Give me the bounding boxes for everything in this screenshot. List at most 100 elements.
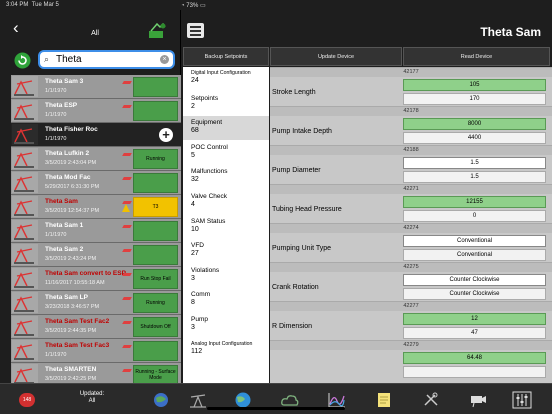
search-icon: ⌕ bbox=[44, 54, 50, 64]
well-date: 3/5/2019 2:44:35 PM bbox=[45, 328, 97, 334]
add-well-icon[interactable]: + bbox=[159, 128, 173, 142]
refresh-icon[interactable] bbox=[14, 52, 31, 69]
category-count: 32 bbox=[191, 176, 199, 184]
camera-icon[interactable] bbox=[468, 391, 488, 409]
updated-filter[interactable]: Updated: All bbox=[71, 391, 113, 405]
update-value-field[interactable]: 12 bbox=[403, 313, 546, 325]
settings-sliders-icon[interactable] bbox=[512, 391, 532, 409]
well-list-item[interactable]: Theta Sam 3 1/1/1970 bbox=[11, 75, 181, 99]
read-value-field: 4400 bbox=[403, 132, 546, 144]
alarm-flag-icon bbox=[122, 369, 132, 372]
category-name: Equipment bbox=[191, 119, 223, 127]
category-name: POC Control bbox=[191, 143, 228, 151]
category-name: Analog Input Configuration bbox=[191, 340, 253, 347]
category-name: Pump bbox=[191, 315, 208, 323]
well-name: Theta Sam Test Fac2 bbox=[45, 318, 110, 325]
app-screen: 3:04 PM Tue Mar 5 ◔ 73% ▭ ‹ All ⌕ Theta … bbox=[0, 0, 552, 414]
well-name: Theta Sam 1 bbox=[45, 222, 84, 229]
well-list-panel: ‹ All ⌕ Theta × Theta Sam 3 1/1/1970 Theta… bbox=[0, 10, 181, 414]
parameter-name: Pump Intake Depth bbox=[272, 128, 332, 135]
well-status-badge bbox=[133, 101, 178, 121]
category-item[interactable]: Violations 3 bbox=[183, 264, 269, 289]
category-item[interactable]: Pump 3 bbox=[183, 313, 269, 338]
category-item[interactable]: Analog Input Configuration 112 bbox=[183, 338, 269, 363]
pump-jack-icon[interactable] bbox=[188, 391, 208, 409]
update-value-field[interactable]: 105 bbox=[403, 79, 546, 91]
wifi-icon: ◔ bbox=[181, 3, 185, 9]
well-list-item[interactable]: Theta ESP 1/1/1970 bbox=[11, 99, 181, 123]
category-item[interactable]: VFD 27 bbox=[183, 239, 269, 264]
well-list-item[interactable]: Theta Fisher Roc 1/1/1970 + bbox=[11, 123, 181, 147]
alarm-flag-icon bbox=[122, 345, 132, 348]
well-name: Theta Fisher Roc bbox=[45, 126, 98, 133]
parameter-name: Pumping Unit Type bbox=[272, 245, 332, 252]
category-item[interactable]: Equipment 68 bbox=[183, 116, 269, 141]
well-date: 3/5/2019 2:43:24 PM bbox=[45, 256, 97, 262]
well-thumbnail-icon bbox=[12, 220, 38, 241]
category-count: 24 bbox=[191, 77, 199, 84]
update-value-field[interactable]: 64.48 bbox=[403, 352, 546, 364]
well-list-item[interactable]: Theta Lufkin 2 3/5/2019 2:43:04 PM Running bbox=[11, 147, 181, 171]
well-date: 3/5/2019 2:42:25 PM bbox=[45, 376, 97, 382]
category-count: 5 bbox=[191, 151, 195, 159]
update-value-field[interactable]: 8000 bbox=[403, 118, 546, 130]
search-input[interactable]: ⌕ Theta × bbox=[38, 50, 175, 69]
well-title: Theta Sam bbox=[480, 25, 541, 39]
category-item[interactable]: POC Control 5 bbox=[183, 141, 269, 166]
well-date: 3/5/2019 12:54:37 PM bbox=[45, 208, 100, 214]
clear-search-icon[interactable]: × bbox=[160, 55, 169, 64]
app-logo-icon[interactable] bbox=[147, 23, 167, 39]
parameter-row: 42188 Pump Diameter 1.5 1.5 bbox=[270, 145, 552, 184]
category-name: Comm bbox=[191, 291, 211, 299]
well-list-item[interactable]: Theta Sam LP 3/23/2018 3:46:57 PM Running bbox=[11, 291, 181, 315]
well-thumbnail-icon bbox=[12, 292, 38, 313]
well-list-item[interactable]: Theta Sam 1 1/1/1970 bbox=[11, 219, 181, 243]
well-map-icon[interactable] bbox=[151, 391, 171, 409]
alarm-flag-icon bbox=[122, 177, 132, 180]
backup-setpoints-button[interactable]: Backup Setpoints bbox=[183, 47, 269, 66]
register-number: 42274 bbox=[270, 224, 552, 233]
category-item[interactable]: Setpoints 2 bbox=[183, 92, 269, 117]
category-count: 8 bbox=[191, 299, 195, 307]
battery-icon: ▭ bbox=[199, 3, 206, 9]
status-bar: 3:04 PM Tue Mar 5 ◔ 73% ▭ bbox=[0, 0, 552, 375]
well-status-badge bbox=[133, 245, 178, 265]
well-thumbnail-icon bbox=[12, 148, 38, 169]
alarm-count-badge[interactable]: 148 bbox=[19, 393, 35, 407]
register-number: 42177 bbox=[270, 68, 552, 77]
category-item[interactable]: Comm 8 bbox=[183, 288, 269, 313]
alarm-flag-icon bbox=[122, 321, 132, 324]
update-value-field[interactable]: 1.5 bbox=[403, 157, 546, 169]
well-list-item[interactable]: Theta Sam convert to ESP 11/16/2017 10:55… bbox=[11, 267, 181, 291]
back-chevron-icon[interactable]: ‹ bbox=[13, 19, 19, 36]
category-count: 2 bbox=[191, 102, 195, 110]
update-value-field[interactable]: 12155 bbox=[403, 196, 546, 208]
well-list-item[interactable]: Theta Sam 3/5/2019 12:54:37 PM T3 bbox=[11, 195, 181, 219]
updated-value: All bbox=[88, 398, 96, 404]
category-item[interactable]: Digital Input Configuration 24 bbox=[183, 67, 269, 92]
battery-level: 73% bbox=[186, 3, 199, 9]
parameter-row: 42279 64.48 bbox=[270, 340, 552, 379]
update-device-button[interactable]: Update Device bbox=[270, 47, 402, 66]
category-item[interactable]: Malfunctions 32 bbox=[183, 165, 269, 190]
well-thumbnail-icon bbox=[12, 364, 38, 385]
tools-icon[interactable] bbox=[421, 391, 441, 409]
well-list-item[interactable]: Theta Sam Test Fac2 3/5/2019 2:44:35 PM Sh… bbox=[11, 315, 181, 339]
well-list-item[interactable]: Theta Sam 2 3/5/2019 2:43:24 PM bbox=[11, 243, 181, 267]
well-status-badge: T3 bbox=[133, 197, 178, 217]
menu-icon[interactable] bbox=[187, 23, 204, 38]
well-date: 11/16/2017 10:55:18 AM bbox=[45, 280, 105, 286]
alarm-flag-icon bbox=[122, 249, 132, 252]
notes-icon[interactable] bbox=[374, 391, 394, 409]
category-item[interactable]: SAM Status 10 bbox=[183, 215, 269, 240]
read-device-button[interactable]: Read Device bbox=[403, 47, 550, 66]
well-list-item[interactable]: Theta Sam Test Fac3 1/1/1970 bbox=[11, 339, 181, 363]
category-item[interactable]: Valve Check 4 bbox=[183, 190, 269, 215]
well-list-item[interactable]: Theta Mod Fac 5/29/2017 6:31:30 PM bbox=[11, 171, 181, 195]
register-number: 42271 bbox=[270, 185, 552, 194]
alarm-flag-icon bbox=[122, 225, 132, 228]
well-date: 1/1/1970 bbox=[45, 112, 67, 118]
update-value-field[interactable]: Conventional bbox=[403, 235, 546, 247]
well-date: 5/29/2017 6:31:30 PM bbox=[45, 184, 100, 190]
update-value-field[interactable]: Counter Clockwise bbox=[403, 274, 546, 286]
